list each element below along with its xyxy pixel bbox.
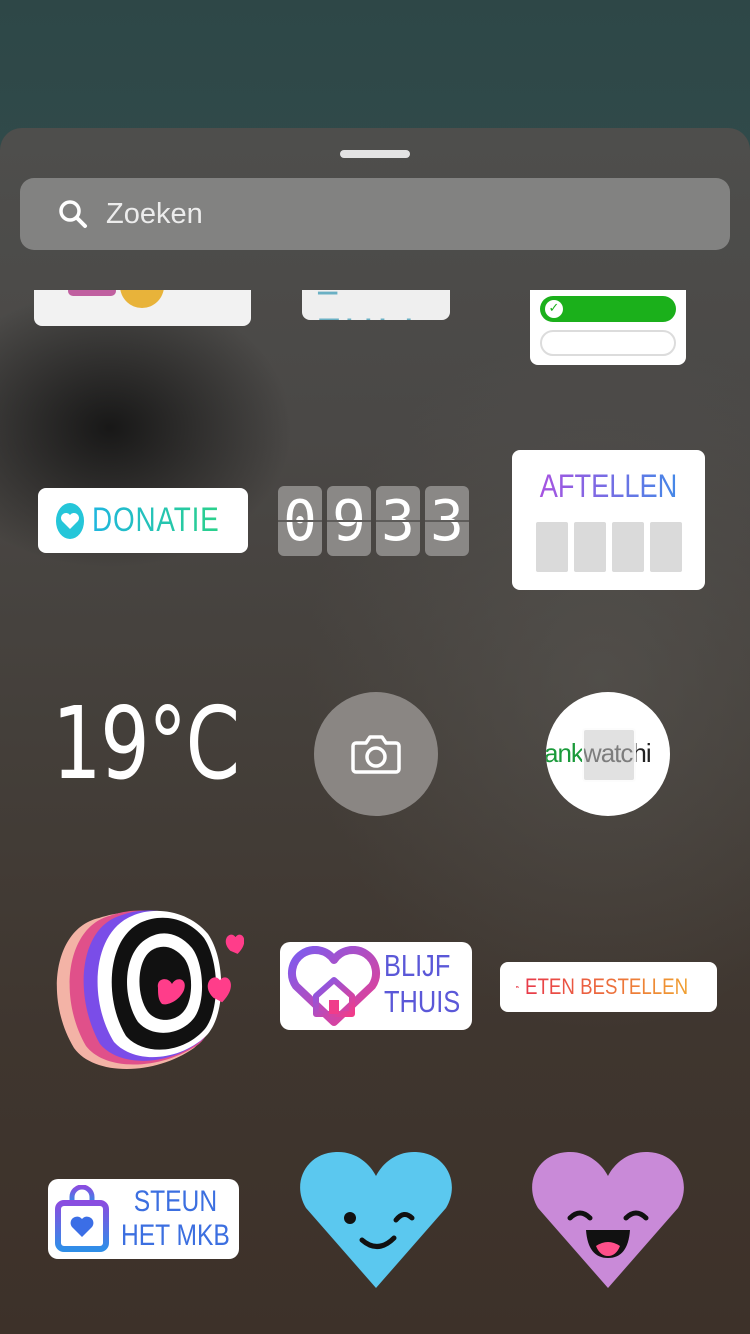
search-bar[interactable] (20, 178, 730, 250)
emoji-slider-sticker[interactable] (34, 290, 251, 326)
search-icon (59, 200, 87, 228)
countdown-sticker[interactable]: AFTELLEN (512, 450, 705, 590)
link-sticker[interactable]: ankwatchi (546, 692, 670, 816)
donation-label: DONATIE (92, 501, 220, 539)
time-sticker[interactable]: 0 9 3 3 (278, 486, 472, 556)
temperature-sticker[interactable]: 19°C (52, 694, 240, 794)
stay-home-line2: THUIS (384, 984, 461, 1019)
screaming-mouth-sticker[interactable] (44, 898, 244, 1078)
house-heart-icon (288, 946, 380, 1026)
time-digit: 3 (425, 486, 469, 556)
food-order-label: ETEN BESTELLEN (525, 974, 689, 999)
sticker-tray: = FULL ✓ DONATIE 0 9 3 3 AFTELLEN 19°C a… (0, 128, 750, 1334)
donation-sticker[interactable]: DONATIE (38, 488, 248, 553)
time-digit: 0 (278, 486, 322, 556)
quiz-option (540, 330, 676, 356)
winking-heart-sticker[interactable] (296, 1148, 456, 1293)
support-line1: STEUN (133, 1185, 218, 1218)
check-icon: ✓ (545, 300, 563, 318)
emoji-face-icon (120, 290, 164, 308)
truck-icon (516, 986, 519, 988)
smiling-heart-sticker[interactable] (528, 1148, 688, 1293)
shopping-bag-icon (55, 1185, 109, 1252)
stay-home-line1: BLIJF (384, 948, 451, 983)
camera-icon (351, 735, 401, 774)
support-line2: HET MKB (120, 1219, 230, 1252)
heart-icon (56, 502, 85, 539)
quiz-sticker[interactable]: ✓ (530, 290, 686, 365)
quiz-option-correct: ✓ (540, 296, 676, 322)
sheet-grabber[interactable] (340, 150, 410, 158)
poll-label: = FULL (316, 290, 450, 320)
poll-sticker[interactable]: = FULL (302, 290, 450, 320)
time-digit: 3 (376, 486, 420, 556)
countdown-title: AFTELLEN (526, 468, 690, 505)
time-digit: 9 (327, 486, 371, 556)
support-smb-sticker[interactable]: STEUN HET MKB (48, 1179, 239, 1259)
camera-button[interactable] (314, 692, 438, 816)
countdown-boxes (536, 522, 682, 572)
image-placeholder-icon (582, 728, 636, 782)
food-order-sticker[interactable]: ETEN BESTELLEN (500, 962, 717, 1012)
stay-home-sticker[interactable]: BLIJF THUIS (280, 942, 472, 1030)
search-input[interactable] (106, 197, 666, 231)
